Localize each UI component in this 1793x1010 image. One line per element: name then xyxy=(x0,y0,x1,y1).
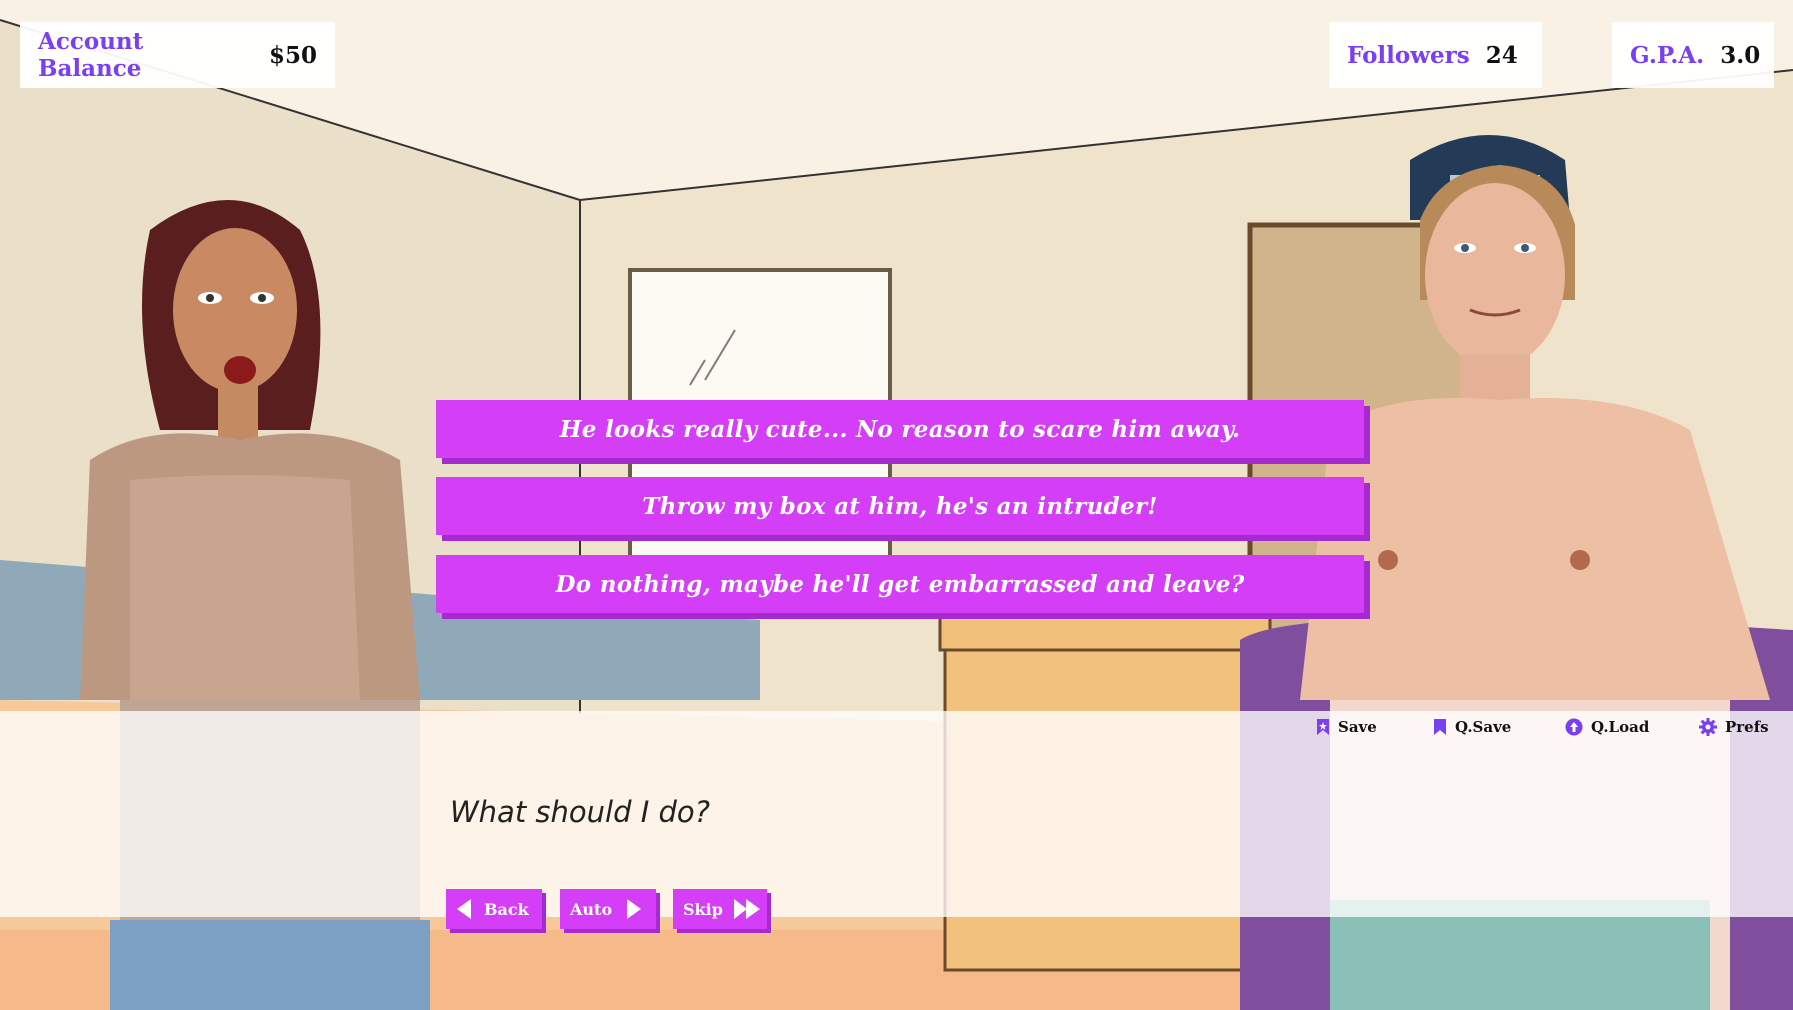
followers-display: Followers 24 xyxy=(1329,22,1542,88)
left-arrow-icon xyxy=(457,899,471,919)
quick-load-button[interactable]: Q.Load xyxy=(1565,718,1649,736)
bookmark-star-icon xyxy=(1317,719,1329,735)
back-button[interactable]: Back xyxy=(446,889,542,929)
save-button[interactable]: Save xyxy=(1316,718,1377,736)
followers-value: 24 xyxy=(1485,41,1518,69)
account-balance-value: $50 xyxy=(268,41,317,69)
gear-icon xyxy=(1699,718,1717,736)
quick-save-label: Q.Save xyxy=(1455,718,1512,736)
play-icon xyxy=(627,899,642,919)
choice-button-2[interactable]: Throw my box at him, he's an intruder! xyxy=(436,477,1364,535)
auto-button[interactable]: Auto xyxy=(560,889,656,929)
preferences-button[interactable]: Prefs xyxy=(1699,718,1769,736)
fast-forward-icon xyxy=(733,899,760,919)
gpa-display: G.P.A. 3.0 xyxy=(1612,22,1774,88)
quick-save-button[interactable]: Q.Save xyxy=(1433,718,1511,736)
skip-label: Skip xyxy=(683,899,723,919)
account-balance-label: Account Balance xyxy=(38,28,144,82)
gpa-label: G.P.A. xyxy=(1630,41,1705,69)
preferences-label: Prefs xyxy=(1725,718,1769,736)
dialogue-panel[interactable] xyxy=(0,711,1793,917)
quick-load-label: Q.Load xyxy=(1591,718,1650,736)
skip-button[interactable]: Skip xyxy=(673,889,767,929)
auto-label: Auto xyxy=(570,899,613,919)
upload-circle-icon xyxy=(1565,718,1583,736)
choice-button-3[interactable]: Do nothing, maybe he'll get embarrassed … xyxy=(436,555,1364,613)
account-balance-display: Account Balance $50 xyxy=(20,22,335,88)
save-label: Save xyxy=(1338,718,1377,736)
gpa-value: 3.0 xyxy=(1720,41,1761,69)
choice-button-1[interactable]: He looks really cute... No reason to sca… xyxy=(436,400,1364,458)
dialogue-text: What should I do? xyxy=(450,795,711,829)
followers-label: Followers xyxy=(1347,41,1470,69)
bookmark-icon xyxy=(1434,719,1446,735)
back-label: Back xyxy=(484,899,529,919)
